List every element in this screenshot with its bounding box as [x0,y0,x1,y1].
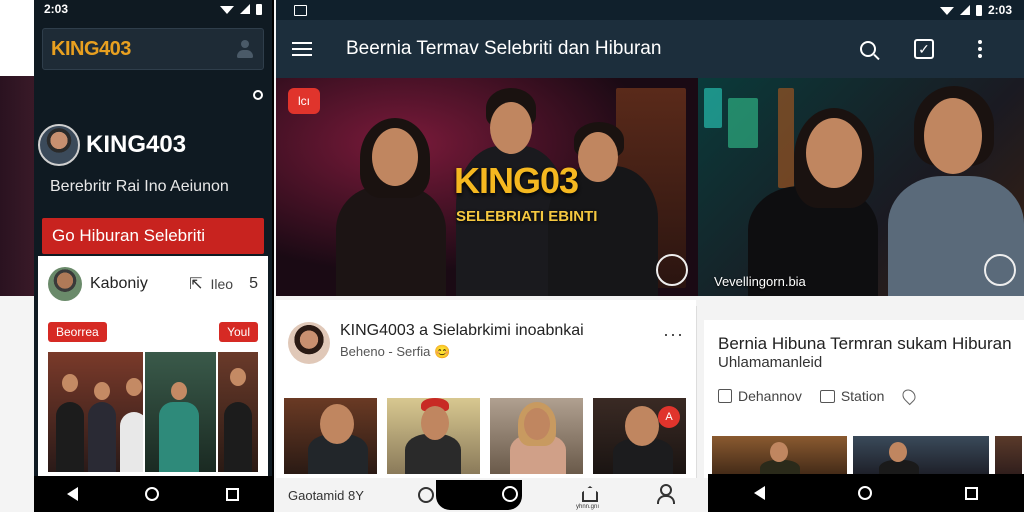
checklist-button[interactable]: ✓ [896,39,952,59]
home-circle-icon[interactable] [502,486,518,502]
left-logo-bar[interactable]: KING403 [42,28,264,70]
hero-play-icon-secondary[interactable] [984,254,1016,286]
right-navigation-bar [708,474,1024,512]
bottom-search-icon[interactable] [418,487,434,503]
card-author-name: Kaboniy [90,275,148,292]
search-icon [860,41,876,57]
profile-row: KING403 [38,124,186,166]
hero-play-icon[interactable] [656,254,688,286]
recents-icon[interactable] [964,486,978,500]
card-tags: Beorrea Youl [38,318,268,346]
left-phone: 2:03 KING403 KING403 Berebritr Rai Ino A… [34,0,274,512]
thumbs-up-icon [718,389,732,403]
menu-icon[interactable] [292,42,312,56]
comment-icon [819,389,835,403]
background-left-strip [0,76,36,296]
share-icon[interactable]: ⇱ [189,274,202,294]
like-action[interactable]: Dehannov [718,388,802,404]
back-icon[interactable] [67,487,79,501]
signal-icon [959,5,970,15]
app-title: Beernia Termav Selebriti dan Hiburan [346,38,662,59]
left-status-bar: 2:03 [34,0,272,18]
hero-title: KING03 [454,160,579,201]
post-thumbnail[interactable]: A [593,398,686,474]
back-icon[interactable] [754,486,766,500]
search-button[interactable] [840,41,896,57]
profile-avatar[interactable] [38,124,80,166]
favorite-action[interactable] [900,386,919,406]
bottom-label: Gaotamid 8Y [288,487,364,503]
main-status-bar: 2:03 [276,0,1024,20]
profile-subtitle: Berebritr Rai Ino Aeiunon [50,178,229,195]
post-more-icon[interactable]: ··· [663,324,684,345]
column-divider [696,306,697,486]
post-thumbnail[interactable] [490,398,583,474]
main-status-time: 2:03 [987,3,1012,17]
kebab-icon [978,40,982,58]
left-post-card[interactable]: Kaboniy ⇱ Ileo 5 Beorrea Youl [38,256,268,478]
battery-icon [256,3,262,15]
card-header: Kaboniy ⇱ Ileo 5 [38,256,268,312]
left-status-time: 2:03 [44,2,69,16]
post-author: KING4003 a Sielabrkimi inoabnkai [340,322,584,339]
background-left-white [0,0,36,76]
house-label: yhnn.gnı [576,504,600,510]
hiburan-selebriti-button[interactable]: Go Hiburan Selebriti [42,218,264,254]
hero-subtitle: SELEBRIATI EBINTI [456,208,598,225]
article-actions: Dehannov Station [718,386,919,406]
wifi-icon [220,6,234,14]
signal-icon [240,4,250,14]
house-icon[interactable] [582,486,598,502]
heart-icon [900,386,919,406]
hero-carousel: lcı KING03 SELEBRIATI EBINTI Vevellingor… [276,78,1024,296]
card-thumbnails [48,352,258,472]
hero-banner-secondary[interactable]: Vevellingorn.bia [698,78,1024,296]
wifi-icon [939,7,954,15]
card-meta: Ileo [210,276,234,292]
gallery-icon [294,4,307,16]
app-bar: Beernia Termav Selebriti dan Hiburan ✓ [276,20,1024,78]
article-title: Bernia Hibuna Termran sukam Hiburan [718,334,1012,353]
recents-icon[interactable] [225,487,239,501]
like-label: Dehannov [738,388,802,404]
home-icon[interactable] [857,486,872,500]
comment-label: Station [840,388,885,404]
article-subtitle: Uhlamamanleid [718,354,823,371]
card-avatar[interactable] [48,267,82,301]
video-badge-icon[interactable]: A [658,406,680,428]
article-card[interactable]: Bernia Hibuna Termran sukam Hiburan Uhla… [704,320,1024,490]
checkbox-icon: ✓ [914,39,934,59]
battery-icon [975,4,982,16]
main-app: 2:03 Beernia Termav Selebriti dan Hibura… [276,0,1024,512]
post-header: KING4003 a Sielabrkimi inoabnkai Beheno … [288,322,584,364]
thumbnail-man-photo[interactable] [218,352,258,472]
thumbnail-group-photo[interactable] [48,352,144,472]
hero-caption: Vevellingorn.bia [714,274,806,289]
post-thumbnail[interactable] [387,398,480,474]
comment-action[interactable]: Station [819,388,885,404]
card-count: 5 [249,275,258,292]
post-meta: Beheno - Serfia 😊 [340,344,451,359]
screenshot-stage: 2:03 KING403 KING403 Berebritr Rai Ino A… [0,0,1024,512]
radio-dot-icon[interactable] [253,90,263,100]
thumbnail-woman-photo[interactable] [145,352,217,472]
home-icon[interactable] [144,487,159,501]
post-thumbnails: A [284,398,686,474]
post-thumbnail[interactable] [284,398,377,474]
hero-banner-main[interactable]: lcı KING03 SELEBRIATI EBINTI [276,78,698,296]
post-avatar[interactable] [288,322,330,364]
profile-name: KING403 [86,131,187,158]
profile-icon[interactable] [656,484,675,504]
brand-logo: KING403 [51,37,131,60]
tag-left[interactable]: Beorrea [48,322,107,342]
user-icon[interactable] [235,39,255,59]
hero-badge[interactable]: lcı [288,88,320,114]
left-navigation-bar [34,476,272,512]
more-options-button[interactable] [952,40,1008,58]
tag-right[interactable]: Youl [219,322,258,342]
